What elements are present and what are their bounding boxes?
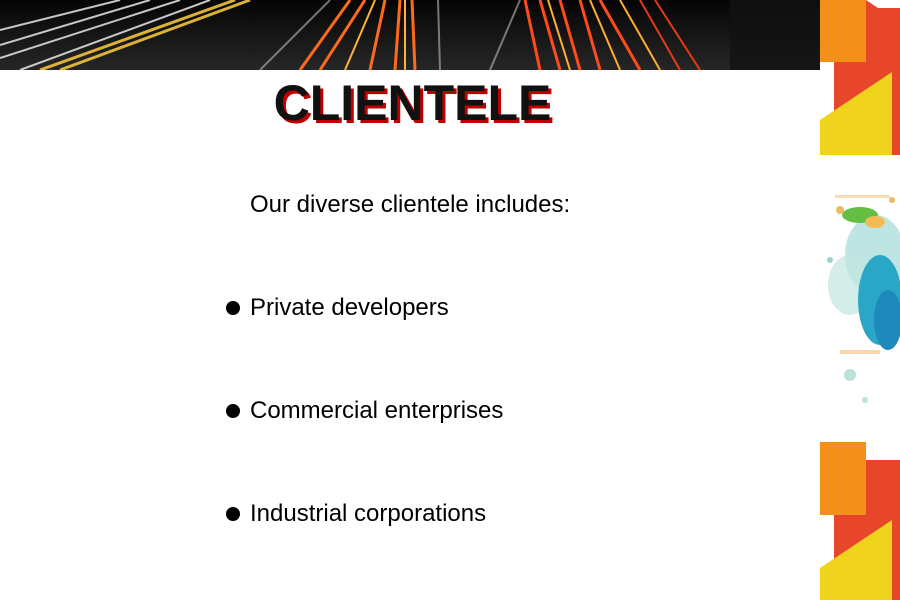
orange-block-bottom (820, 442, 866, 515)
bullet-text: Commercial enterprises (250, 397, 504, 424)
paint-splash-map (827, 195, 900, 403)
bullet-dot-icon (226, 507, 240, 521)
bullet-dot-icon (226, 404, 240, 418)
right-side-decoration (820, 0, 900, 600)
bullet-item-industrial-corporations: Industrial corporations (226, 496, 503, 532)
bullet-item-private-developers: Private developers (226, 290, 503, 326)
intro-text: Our diverse clientele includes: (250, 191, 571, 218)
slide: CLIENTELE Our diverse clientele includes… (0, 0, 900, 600)
bullet-item-commercial-enterprises: Commercial enterprises (226, 393, 503, 429)
bullet-list: Private developers Commercial enterprise… (226, 290, 503, 599)
header-highway-image (0, 0, 820, 70)
slide-title: CLIENTELE (273, 75, 552, 131)
bullet-text: Industrial corporations (250, 500, 487, 527)
bullet-dot-icon (226, 301, 240, 315)
bullet-text: Private developers (250, 294, 449, 321)
